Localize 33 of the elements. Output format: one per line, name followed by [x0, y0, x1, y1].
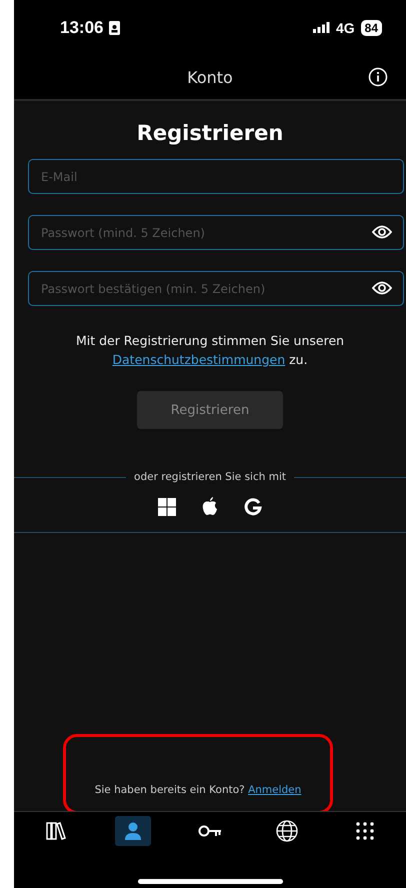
battery-level: 84	[360, 20, 382, 36]
contact-card-icon	[109, 20, 120, 34]
info-button[interactable]	[368, 67, 388, 87]
screen-title: Konto	[187, 68, 233, 86]
account-tab[interactable]	[114, 816, 151, 846]
globe-icon	[276, 820, 298, 842]
status-time: 13:06	[60, 18, 104, 38]
key-icon	[198, 824, 222, 838]
eye-icon	[372, 225, 392, 239]
person-icon	[122, 821, 143, 841]
network-type: 4G	[336, 20, 355, 36]
google-icon	[244, 498, 262, 516]
password-field[interactable]: Passwort (mind. 5 Zeichen)	[28, 215, 404, 250]
show-password-button[interactable]	[372, 281, 392, 295]
signal-icon	[312, 22, 330, 33]
apple-icon	[202, 497, 218, 516]
password-field[interactable]: Passwort bestätigen (min. 5 Zeichen)	[28, 271, 404, 306]
books-icon	[46, 821, 66, 841]
login-prompt: Sie haben bereits ein Konto? Anmelden	[94, 784, 302, 796]
terms-text: Mit der Registrierung stimmen Sie unseren Datenschutzbestimmungen zu.	[76, 332, 344, 369]
grid-icon	[356, 822, 374, 840]
windows-login-button[interactable]	[158, 498, 176, 516]
email-field[interactable]: E-Mail	[28, 159, 404, 194]
google-login-button[interactable]	[244, 498, 262, 516]
apple-login-button[interactable]	[202, 497, 218, 516]
login-link[interactable]: Anmelden	[248, 784, 302, 796]
divider-text: oder registrieren Sie sich mit	[134, 471, 286, 483]
eye-icon	[372, 281, 392, 295]
form-title: Registrieren	[136, 121, 284, 145]
windows-icon	[158, 498, 176, 516]
show-password-button[interactable]	[372, 225, 392, 239]
privacy-link[interactable]: Datenschutzbestimmungen	[112, 352, 286, 367]
info-icon	[368, 67, 388, 87]
